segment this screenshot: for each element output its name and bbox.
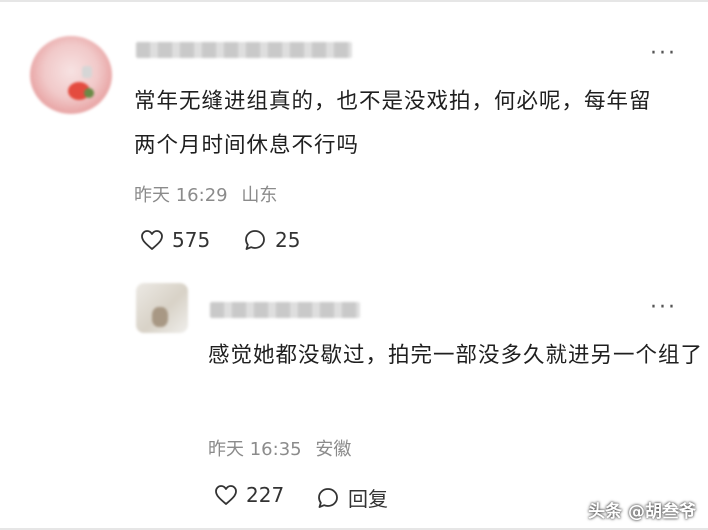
comment-more-icon[interactable]: ··· [650,43,677,65]
reply-like-button[interactable]: 227 [214,483,284,507]
reply-like-count: 227 [246,483,285,507]
comment-location: 山东 [241,185,278,206]
comment-like-button[interactable]: 575 [140,228,210,252]
reply-reply-label: 回复 [348,487,388,511]
comment-username-blurred[interactable] [136,42,352,58]
reply-time: 昨天 16:35 [208,439,302,460]
heart-icon [141,230,163,250]
comment-time: 昨天 16:29 [134,185,228,206]
reply-avatar[interactable] [136,283,188,333]
reply-content: 感觉她都没歇过，拍完一部没多久就进另一个组了 [208,343,704,368]
comment-reply-count: 25 [275,228,301,252]
reply-username-blurred[interactable] [210,302,360,318]
comment-meta: 昨天 16:29 山东 [134,181,285,207]
reply-more-icon[interactable]: ··· [650,297,677,319]
heart-icon [215,485,237,505]
watermark: 头条 @胡叁爷 [588,502,696,522]
reply-reply-button[interactable]: 回复 [316,483,388,512]
comment-content: 常年无缝进组真的，也不是没戏拍，何必呢，每年留两个月时间休息不行吗 [134,89,652,158]
comment-bubble-icon [245,230,265,250]
comment-reply-button[interactable]: 25 [243,228,300,252]
comment-avatar[interactable] [30,36,112,114]
comment-like-count: 575 [172,228,211,252]
reply-location: 安徽 [315,439,352,460]
top-divider [0,0,708,2]
comment-bubble-icon [318,487,338,508]
reply-meta: 昨天 16:35 安徽 [208,435,359,461]
